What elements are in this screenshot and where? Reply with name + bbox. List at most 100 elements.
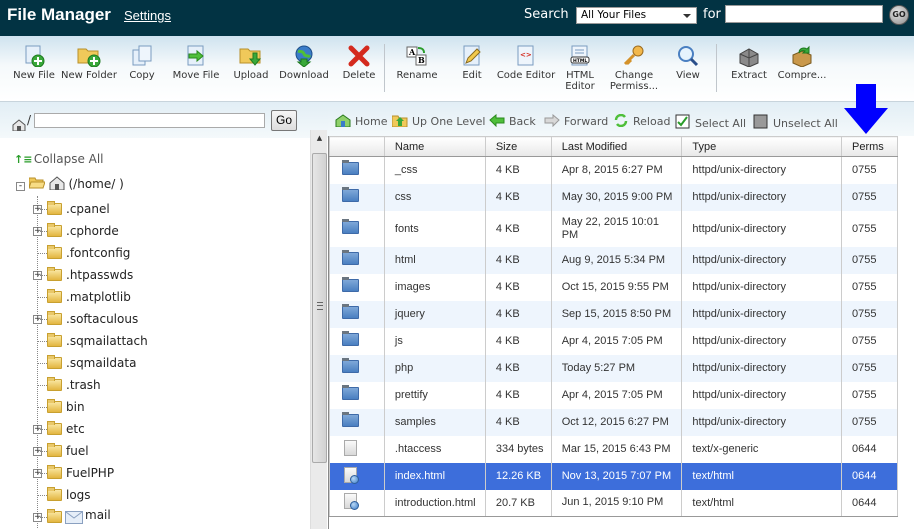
download-button[interactable]: Download <box>274 45 334 81</box>
cell-type: httpd/unix-directory <box>681 381 843 409</box>
table-row[interactable]: images 4 KB Oct 15, 2015 9:55 PM httpd/unix… <box>329 273 898 301</box>
home-icon <box>49 176 65 191</box>
cell-name[interactable]: css <box>383 183 486 211</box>
change-permissions-button[interactable]: Change Permiss... <box>604 45 664 92</box>
cell-name[interactable]: php <box>383 354 486 382</box>
edit-button[interactable]: Edit <box>442 45 502 81</box>
reload-button[interactable]: Reload <box>613 113 670 128</box>
table-row[interactable]: fonts 4 KB May 22, 2015 10:01 PM httpd/unix… <box>329 210 898 247</box>
folder-icon <box>342 218 359 234</box>
move-file-button[interactable]: Move File <box>166 45 226 81</box>
table-row[interactable]: php 4 KB Today 5:27 PM httpd/unix-directory… <box>329 354 898 382</box>
select-all-button[interactable]: Select All <box>675 114 746 130</box>
cell-name[interactable]: html <box>383 246 486 274</box>
cell-name[interactable]: samples <box>383 408 486 436</box>
html-editor-button[interactable]: HTML HTML Editor <box>550 45 610 92</box>
table-row[interactable]: jquery 4 KB Sep 15, 2015 8:50 PM httpd/unix… <box>329 300 898 328</box>
scroll-up-arrow[interactable]: ▲ <box>311 130 328 146</box>
forward-button[interactable]: Forward <box>544 113 608 128</box>
tree-scrollbar[interactable]: ▲ <box>310 130 327 529</box>
cell-name[interactable]: .htaccess <box>383 435 486 463</box>
tree-item-label: .cphorde <box>66 224 119 238</box>
table-row[interactable]: js 4 KB Apr 4, 2015 7:05 PM httpd/unix-dire… <box>329 327 898 355</box>
table-row[interactable]: css 4 KB May 30, 2015 9:00 PM httpd/unix-di… <box>329 183 898 211</box>
column-header-last-modified[interactable]: Last Modified <box>550 136 683 157</box>
collapse-toggle-icon[interactable]: - <box>16 182 25 191</box>
tree-item-label: .fontconfig <box>66 246 131 260</box>
back-button[interactable]: Back <box>489 113 536 128</box>
tree-connector <box>37 451 47 452</box>
cell-name[interactable]: js <box>383 327 486 355</box>
code-editor-button[interactable]: <> Code Editor <box>496 45 556 81</box>
for-label: for <box>703 7 721 22</box>
tree-connector <box>37 209 47 210</box>
table-row[interactable]: _css 4 KB Apr 8, 2015 6:27 PM httpd/unix-di… <box>329 156 898 184</box>
tree-connector <box>37 473 47 474</box>
cell-name[interactable]: _css <box>383 156 486 184</box>
column-header-size[interactable]: Size <box>484 136 552 157</box>
settings-link[interactable]: Settings <box>124 8 171 23</box>
upload-button[interactable]: Upload <box>221 45 281 81</box>
search-input[interactable] <box>725 5 883 23</box>
copy-icon <box>130 45 154 67</box>
collapse-all-label: Collapse All <box>33 152 104 166</box>
cell-name[interactable]: jquery <box>383 300 486 328</box>
table-row[interactable]: index.html 12.26 KB Nov 13, 2015 7:07 PM te… <box>329 462 898 490</box>
collapse-all-button[interactable]: ↑≡ Collapse All <box>14 152 104 166</box>
cell-icon <box>329 183 385 211</box>
tree-connector <box>37 231 47 232</box>
search-scope-select[interactable]: All Your Files <box>576 7 697 24</box>
folder-tree: ↑≡ Collapse All - (/home/ ) + .cpanel + .cp… <box>0 138 310 529</box>
table-row[interactable]: samples 4 KB Oct 12, 2015 6:27 PM httpd/uni… <box>329 408 898 436</box>
new-folder-button[interactable]: New Folder <box>59 45 119 81</box>
copy-button[interactable]: Copy <box>112 45 172 81</box>
cell-icon <box>329 156 385 184</box>
cell-perms[interactable]: 0755 <box>841 156 898 184</box>
folder-icon <box>47 267 62 281</box>
top-bar: File Manager Settings Search All Your Fi… <box>0 0 914 36</box>
cell-name[interactable]: images <box>383 273 486 301</box>
table-row[interactable]: prettify 4 KB Apr 4, 2015 7:05 PM httpd/uni… <box>329 381 898 409</box>
scroll-thumb[interactable] <box>312 153 327 463</box>
cell-perms[interactable]: 0755 <box>841 273 898 301</box>
cell-name[interactable]: index.html <box>383 462 486 490</box>
extract-button[interactable]: Extract <box>719 45 779 81</box>
cell-perms[interactable]: 0644 <box>841 435 898 463</box>
unselect-all-button[interactable]: Unselect All <box>753 114 838 130</box>
up-one-level-button[interactable]: Up One Level <box>391 114 485 128</box>
cell-perms[interactable]: 0644 <box>841 489 898 517</box>
forward-arrow-icon <box>544 113 560 128</box>
table-row[interactable]: .htaccess 334 bytes Mar 15, 2015 6:43 PM te… <box>329 435 898 463</box>
new-file-button[interactable]: New File <box>4 45 64 81</box>
path-input[interactable] <box>34 113 265 128</box>
cell-name[interactable]: introduction.html <box>383 489 486 517</box>
cell-name[interactable]: prettify <box>383 381 486 409</box>
cell-perms[interactable]: 0755 <box>841 300 898 328</box>
tree-root-item[interactable]: - (/home/ ) <box>16 176 124 191</box>
view-button[interactable]: View <box>658 45 718 81</box>
cell-perms[interactable]: 0755 <box>841 381 898 409</box>
rename-button[interactable]: AB Rename <box>387 45 447 81</box>
table-row[interactable]: introduction.html 20.7 KB Jun 1, 2015 9:10… <box>329 489 898 517</box>
rename-label: Rename <box>396 70 438 81</box>
home-nav-button[interactable]: Home <box>335 114 387 128</box>
toolbar: New File New Folder Copy Move File Uploa… <box>0 36 914 102</box>
column-header-icon[interactable] <box>329 136 385 157</box>
search-go-button[interactable]: GO <box>889 5 909 25</box>
cell-perms[interactable]: 0755 <box>841 246 898 274</box>
path-go-button[interactable]: Go <box>271 110 297 131</box>
column-header-perms[interactable]: Perms <box>841 136 898 157</box>
cell-perms[interactable]: 0755 <box>841 210 898 247</box>
table-row[interactable]: html 4 KB Aug 9, 2015 5:34 PM httpd/unix-di… <box>329 246 898 274</box>
column-header-type[interactable]: Type <box>681 136 843 157</box>
delete-button[interactable]: Delete <box>329 45 389 81</box>
cell-name[interactable]: fonts <box>383 210 486 247</box>
column-header-name[interactable]: Name <box>383 136 486 157</box>
compress-button[interactable]: Compre... <box>772 45 832 81</box>
cell-type: httpd/unix-directory <box>681 273 843 301</box>
cell-perms[interactable]: 0755 <box>841 408 898 436</box>
cell-perms[interactable]: 0755 <box>841 354 898 382</box>
cell-perms[interactable]: 0755 <box>841 183 898 211</box>
cell-perms[interactable]: 0644 <box>841 462 898 490</box>
cell-perms[interactable]: 0755 <box>841 327 898 355</box>
